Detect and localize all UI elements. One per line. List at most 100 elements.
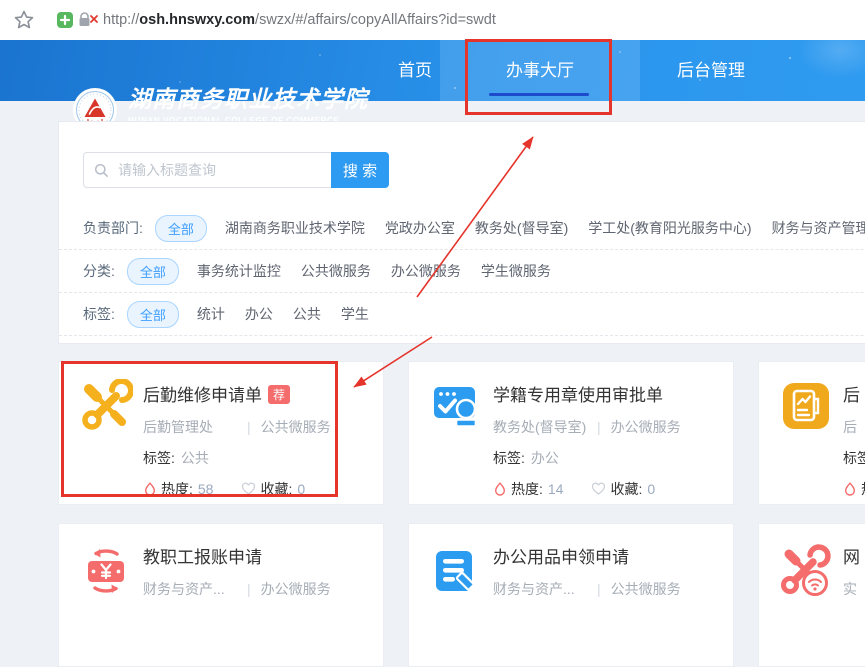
- network-repair-icon: [779, 544, 833, 598]
- extension-add-icon[interactable]: [57, 12, 73, 28]
- favorite-label: 收藏:: [260, 479, 292, 499]
- filter-option[interactable]: 学生: [341, 304, 369, 324]
- report-document-icon: [779, 379, 833, 433]
- filter-all-pill[interactable]: 全部: [127, 258, 179, 285]
- bookmark-star-icon[interactable]: [13, 9, 35, 31]
- school-name: 湖南商务职业技术学院 HUNAN VOCATIONAL COLLEGE OF C…: [128, 87, 368, 125]
- card-subtitle: 后勤管理处| 公共微服务: [143, 417, 373, 437]
- url-prefix: http://: [103, 12, 139, 28]
- heat-value: 14: [548, 481, 564, 497]
- filter-option[interactable]: 办公微服务: [391, 261, 461, 281]
- insecure-lock-icon[interactable]: [77, 11, 99, 28]
- card-stats-row: 热度:: [843, 479, 865, 499]
- search-input[interactable]: [83, 152, 331, 188]
- document-pencil-icon: [429, 544, 483, 598]
- card-subtitle: 后: [843, 417, 865, 437]
- card-service-type: 公共微服务: [611, 581, 681, 597]
- card-title: 后勤维修申请单荐: [143, 381, 373, 406]
- filter-option[interactable]: 党政办公室: [385, 218, 455, 238]
- tag-value: 办公: [531, 450, 559, 466]
- card-body: 教职工报账申请 财务与资产...|办公微服务: [143, 524, 373, 599]
- card-department: 后勤管理处: [143, 417, 247, 437]
- filter-row-category: 分类: 全部 事务统计监控 公共微服务 办公微服务 学生微服务: [59, 250, 865, 293]
- favorite-value: 0: [647, 481, 655, 497]
- filter-option[interactable]: 湖南商务职业技术学院: [225, 218, 365, 238]
- filter-all-pill[interactable]: 全部: [155, 215, 207, 242]
- favorite-label: 收藏:: [610, 479, 642, 499]
- filter-option[interactable]: 办公: [245, 304, 273, 324]
- card-title: 学籍专用章使用审批单: [493, 381, 723, 406]
- nav-item-home[interactable]: 首页: [385, 40, 445, 101]
- heat-label: 热度:: [861, 479, 865, 499]
- divider: |: [597, 581, 601, 597]
- card-tag-row: 标签: 公共: [143, 448, 373, 468]
- card-subtitle: 教务处(督导室)|办公微服务: [493, 417, 723, 437]
- filter-option[interactable]: 教务处(督导室): [475, 218, 568, 238]
- url-path: /swzx/#/affairs/copyAllAffairs?id=swdt: [255, 12, 496, 28]
- tag-label: 标签:: [143, 450, 175, 466]
- card-department: 教务处(督导室): [493, 417, 597, 437]
- url-text[interactable]: http://osh.hnswxy.com/swzx/#/affairs/cop…: [103, 0, 496, 40]
- filter-label: 标签:: [83, 304, 115, 324]
- tools-icon: [79, 379, 133, 433]
- search-button[interactable]: 搜 索: [331, 152, 389, 188]
- filter-option[interactable]: 财务与资产管理处: [772, 218, 865, 238]
- card-body: 学籍专用章使用审批单 教务处(督导室)|办公微服务 标签: 办公 热度: 14 收…: [493, 362, 723, 499]
- card-title-text: 网: [843, 548, 860, 567]
- browser-address-bar[interactable]: http://osh.hnswxy.com/swzx/#/affairs/cop…: [0, 0, 865, 40]
- card-service-type: 公共微服务: [261, 419, 331, 435]
- card-tag-row: 标签: 办公: [493, 448, 723, 468]
- card-title: 办公用品申领申请: [493, 543, 723, 568]
- card-title-text: 办公用品申领申请: [493, 548, 629, 567]
- tag-label: 标签:: [843, 450, 865, 466]
- service-card-clipped-right[interactable]: 后 后 标签: 热度:: [758, 361, 865, 505]
- card-department: 财务与资产...: [143, 579, 247, 599]
- heat-flame-icon: [143, 482, 157, 497]
- favorite-group[interactable]: 收藏: 0: [591, 479, 655, 499]
- card-title: 教职工报账申请: [143, 543, 373, 568]
- card-title: 后: [843, 381, 865, 406]
- tag-value: 公共: [181, 450, 209, 466]
- money-transfer-icon: [79, 544, 133, 598]
- service-card-student-seal[interactable]: 学籍专用章使用审批单 教务处(督导室)|办公微服务 标签: 办公 热度: 14 收…: [408, 361, 734, 505]
- nav-item-admin[interactable]: 后台管理: [646, 40, 776, 101]
- service-card-network-clipped[interactable]: 网 实: [758, 523, 865, 667]
- card-department: 财务与资产...: [493, 579, 597, 599]
- filter-all-pill[interactable]: 全部: [127, 301, 179, 328]
- card-stats-row: 热度: 58 收藏: 0: [143, 479, 373, 499]
- card-title: 网: [843, 543, 865, 568]
- filter-option[interactable]: 公共微服务: [301, 261, 371, 281]
- card-stats-row: 热度: 14 收藏: 0: [493, 479, 723, 499]
- active-tab-underline: [489, 93, 589, 96]
- card-body: 后勤维修申请单荐 后勤管理处| 公共微服务 标签: 公共 热度: 58 收藏: 0: [143, 362, 373, 499]
- favorite-group[interactable]: 收藏: 0: [241, 479, 305, 499]
- divider: |: [247, 419, 251, 435]
- filter-option[interactable]: 统计: [197, 304, 225, 324]
- card-department: 实: [843, 579, 865, 599]
- heat-label: 热度:: [161, 479, 193, 499]
- tag-label: 标签:: [493, 450, 525, 466]
- filter-option[interactable]: 学工处(教育阳光服务中心): [588, 218, 751, 238]
- filter-option[interactable]: 公共: [293, 304, 321, 324]
- nav-item-affairs-hall[interactable]: 办事大厅: [440, 40, 640, 101]
- stamp-approval-icon: [429, 379, 483, 433]
- card-service-type: 办公微服务: [611, 419, 681, 435]
- service-card-repair[interactable]: 后勤维修申请单荐 后勤管理处| 公共微服务 标签: 公共 热度: 58 收藏: 0: [58, 361, 384, 505]
- card-body: 后 后 标签: 热度:: [843, 362, 865, 499]
- filter-row-department: 负责部门: 全部 湖南商务职业技术学院 党政办公室 教务处(督导室) 学工处(教…: [59, 207, 865, 250]
- search-filter-panel: 搜 索 负责部门: 全部 湖南商务职业技术学院 党政办公室 教务处(督导室) 学…: [58, 121, 865, 344]
- service-card-office-supplies[interactable]: 办公用品申领申请 财务与资产...| 公共微服务: [408, 523, 734, 667]
- card-body: 网 实: [843, 524, 865, 599]
- filter-label: 分类:: [83, 261, 115, 281]
- service-card-reimbursement[interactable]: 教职工报账申请 财务与资产...|办公微服务: [58, 523, 384, 667]
- school-name-cn: 湖南商务职业技术学院: [128, 87, 368, 113]
- filter-option[interactable]: 学生微服务: [481, 261, 551, 281]
- card-title-text: 学籍专用章使用审批单: [493, 386, 663, 405]
- recommended-badge: 荐: [268, 385, 290, 404]
- heat-label: 热度:: [511, 479, 543, 499]
- filter-option[interactable]: 事务统计监控: [197, 261, 281, 281]
- card-subtitle: 实: [843, 579, 865, 599]
- heat-flame-icon: [843, 482, 857, 497]
- card-body: 办公用品申领申请 财务与资产...| 公共微服务: [493, 524, 723, 599]
- card-service-type: 办公微服务: [261, 581, 331, 597]
